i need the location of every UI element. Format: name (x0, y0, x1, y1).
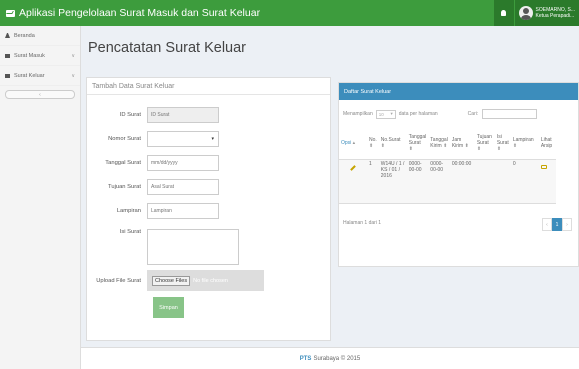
table-row: 1 W14U / 1 / KS / 01 / 2016 0000-00-00 0… (339, 159, 556, 204)
notification-bell-icon[interactable] (493, 0, 514, 26)
app-brand[interactable]: Aplikasi Pengelolaan Surat Masuk dan Sur… (0, 7, 494, 19)
page-1-button[interactable]: 1 (552, 218, 562, 231)
avatar-icon (518, 6, 533, 20)
footer-text: Surabaya © 2015 (313, 355, 361, 362)
pencil-icon[interactable] (350, 164, 356, 171)
cell-lampiran: 0 (510, 159, 539, 204)
simpan-button[interactable]: Simpan (153, 297, 184, 318)
prev-page-button[interactable]: ‹ (542, 218, 552, 231)
list-title: Daftar Surat Keluar (339, 83, 578, 100)
chevron-down-icon: ∨ (71, 72, 75, 79)
footer-brand: PTS (299, 355, 312, 362)
cell-no-surat: W14U / 1 / KS / 01 / 2016 (378, 159, 407, 204)
sidebar-item-surat-masuk[interactable]: Surat Masuk ∨ (0, 46, 80, 66)
page-title: Pencatatan Surat Keluar (88, 40, 246, 56)
chevron-down-icon: ∨ (71, 52, 75, 59)
show-prefix: Menampilkan (343, 111, 373, 117)
choose-files-button[interactable]: Choose Files (152, 275, 191, 286)
sidebar: Beranda Surat Masuk ∨ Surat Keluar ∨ ‹ (0, 26, 81, 369)
sidebar-item-label: Beranda (14, 32, 35, 39)
isi-surat-textarea[interactable] (147, 229, 239, 265)
col-tanggal-kirim[interactable]: Tanggal Kirim ⬍ (428, 127, 450, 160)
file-upload-field[interactable]: Choose Files No file chosen (147, 270, 264, 291)
cell-tanggal-surat: 0000-00-00 (406, 159, 429, 204)
cell-tujuan (474, 159, 495, 204)
user-menu[interactable]: SOEMARNO, S... Ketua Perapadi... (514, 0, 579, 26)
nomor-surat-label: Nomor Surat (108, 136, 141, 142)
col-isi-surat[interactable]: Isi Surat ⬍ (494, 127, 511, 160)
show-suffix: data per halaman (398, 111, 438, 117)
col-lihat-arsip[interactable]: Lihat Arsip (538, 127, 556, 160)
top-navbar: Aplikasi Pengelolaan Surat Masuk dan Sur… (0, 0, 579, 26)
tujuan-surat-input[interactable] (147, 179, 219, 195)
next-page-button[interactable]: › (562, 218, 572, 231)
tujuan-surat-label: Tujuan Surat (108, 184, 141, 190)
caret-down-icon: ▾ (390, 111, 393, 116)
lampiran-input[interactable] (147, 203, 219, 219)
id-surat-label: ID Surat (119, 112, 141, 118)
search-input[interactable] (482, 109, 538, 119)
view-archive-cell[interactable] (538, 159, 556, 204)
home-icon (5, 33, 10, 38)
cell-jam-kirim: 00:00:00 (449, 159, 475, 204)
chevron-left-icon: ‹ (39, 91, 41, 98)
user-role: Ketua Perapadi... (535, 13, 575, 19)
footer: PTS Surabaya © 2015 (81, 347, 579, 369)
tanggal-surat-input[interactable] (147, 155, 219, 171)
lampiran-label: Lampiran (116, 208, 141, 214)
folder-icon[interactable] (540, 164, 547, 169)
col-no-surat[interactable]: No.Surat ⬍ (378, 127, 407, 160)
envelope-icon (5, 73, 10, 78)
letter-list-panel: Daftar Surat Keluar Menampilkan 10 ▾ data… (338, 82, 579, 267)
cell-isi (494, 159, 511, 204)
form-title: Tambah Data Surat Keluar (87, 78, 330, 95)
col-no[interactable]: No. ⬍ (367, 127, 379, 160)
tanggal-surat-label: Tanggal Surat (105, 160, 141, 166)
app-title: Aplikasi Pengelolaan Surat Masuk dan Sur… (19, 7, 261, 19)
sidebar-item-beranda[interactable]: Beranda (0, 26, 80, 46)
page-length-select[interactable]: 10 ▾ (375, 109, 396, 119)
page-info: Halaman 1 dari 1 (343, 220, 382, 226)
col-lampiran[interactable]: Lampiran ⬍ (510, 127, 539, 160)
sidebar-item-label: Surat Masuk (14, 52, 45, 59)
col-tujuan-surat[interactable]: Tujuan Surat ⬍ (474, 127, 495, 160)
id-surat-input[interactable] (147, 107, 219, 123)
caret-down-icon: ▾ (211, 136, 214, 142)
letter-table: Opsi ▴ No. ⬍ No.Surat ⬍ Tanggal Surat ⬍ Ta… (339, 127, 556, 204)
upload-file-label: Upload File Surat (96, 277, 141, 284)
envelope-icon (6, 9, 15, 17)
col-tanggal-surat[interactable]: Tanggal Surat ⬍ (406, 127, 429, 160)
envelope-icon (5, 53, 10, 58)
table-header-row: Opsi ▴ No. ⬍ No.Surat ⬍ Tanggal Surat ⬍ Ta… (339, 127, 556, 160)
sidebar-item-surat-keluar[interactable]: Surat Keluar ∨ (0, 66, 80, 86)
nomor-surat-select[interactable]: ▾ (147, 131, 219, 147)
cell-tanggal-kirim: 0000-00-00 (428, 159, 450, 204)
sidebar-collapse-button[interactable]: ‹ (5, 90, 75, 99)
pagination: ‹ 1 › (542, 218, 572, 231)
isi-surat-label: Isi Surat (119, 229, 141, 235)
col-jam-kirim[interactable]: Jam Kirim ⬍ (449, 127, 475, 160)
add-letter-form: Tambah Data Surat Keluar ID Surat Nomor … (86, 77, 331, 341)
sidebar-item-label: Surat Keluar (14, 72, 45, 79)
edit-cell[interactable] (339, 159, 367, 204)
file-status: No file chosen (193, 277, 228, 284)
cell-no: 1 (367, 159, 379, 204)
col-opsi[interactable]: Opsi ▴ (339, 127, 367, 160)
search-label: Cari: (467, 111, 479, 117)
